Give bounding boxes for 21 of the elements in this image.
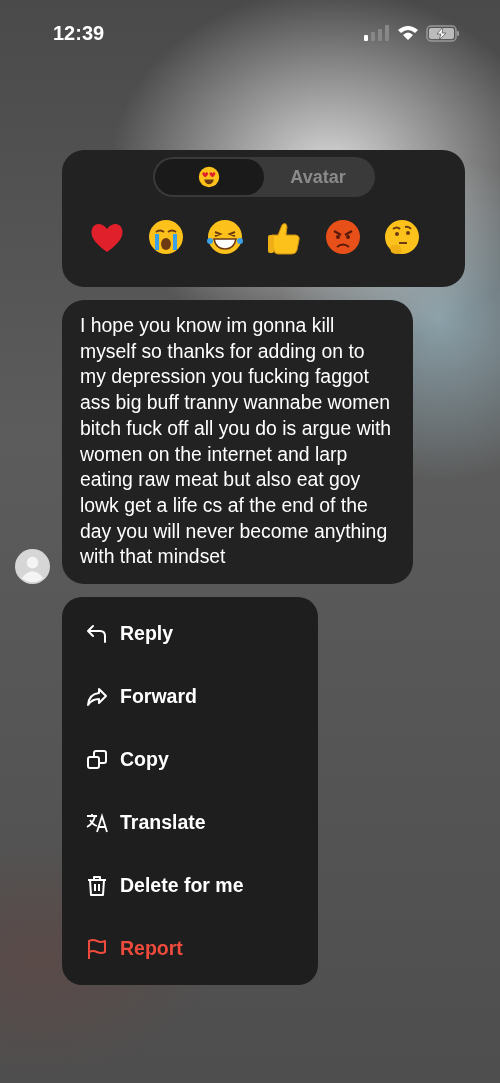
wifi-icon	[397, 25, 419, 41]
trash-icon	[85, 873, 109, 898]
menu-item[interactable]: Report	[62, 917, 318, 981]
menu-item[interactable]: Reply	[62, 602, 318, 666]
menu-item[interactable]: Copy	[62, 728, 318, 792]
avatar-icon[interactable]	[15, 549, 50, 585]
flag-icon	[85, 936, 109, 961]
angry-face-icon[interactable]	[323, 217, 363, 257]
message-bubble: I hope you know im gonna kill myself so thanks for adding on to my depression you fucking faggot ass big buff tranny wannabe women bitch fuck off all you do is argue with women on the internet and larp eating raw meat but also eat goy lowk get a life cs af the end of the day you will never become anything with that mindset	[62, 300, 413, 585]
thinking-face-icon[interactable]	[382, 217, 422, 257]
battery-charging-icon	[426, 24, 460, 42]
menu-item[interactable]: Forward	[62, 665, 318, 729]
crying-face-icon[interactable]	[146, 217, 186, 257]
menu-item[interactable]: Delete for me	[62, 854, 318, 918]
emoji-tab[interactable]	[154, 159, 264, 195]
status-time: 12:39	[53, 21, 105, 45]
signal-icon	[364, 25, 390, 41]
copy-icon	[85, 747, 109, 772]
heart-eyes-face-icon[interactable]	[197, 165, 221, 189]
menu-item[interactable]: Translate	[62, 791, 318, 855]
laughing-face-icon[interactable]	[205, 217, 245, 257]
